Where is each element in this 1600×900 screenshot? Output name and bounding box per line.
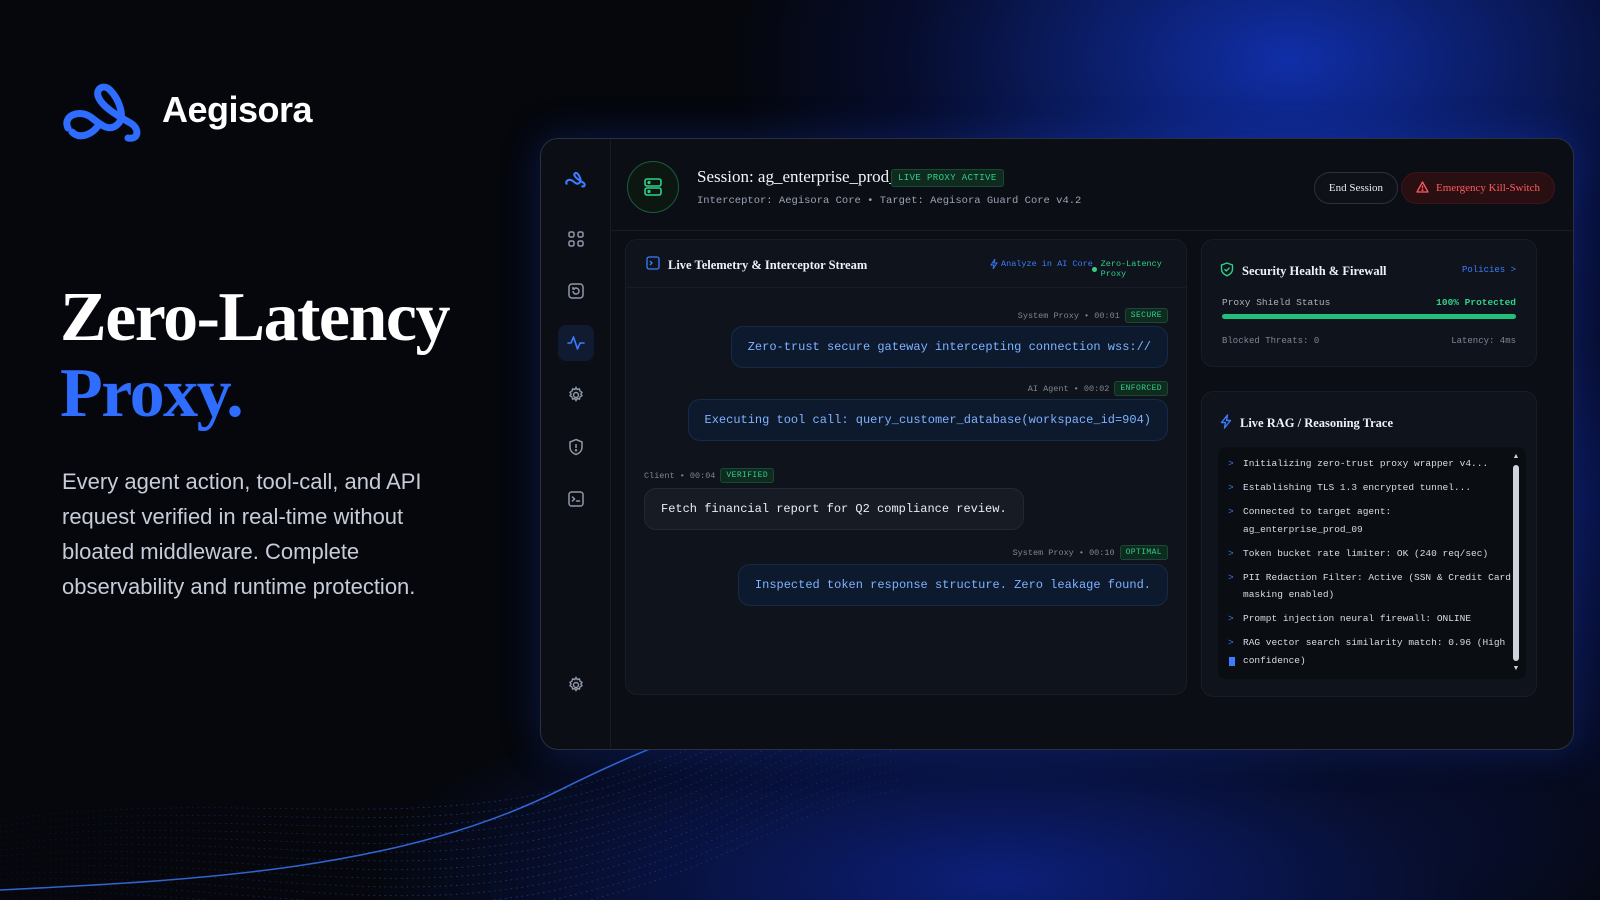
hero-title-line2: Proxy.	[60, 355, 244, 432]
latency-readout: Latency: 4ms	[1451, 336, 1516, 346]
end-session-button[interactable]: End Session	[1313, 172, 1398, 204]
rag-panel: Live RAG / Reasoning Trace > Initializing…	[1201, 391, 1537, 697]
shield-check-icon	[1220, 262, 1234, 282]
session-header: Session: ag_enterprise_prod_09 LIVE PROX…	[611, 139, 1573, 231]
message-meta: AI Agent • 00:02 ENFORCED	[1028, 381, 1168, 396]
message-bubble: Fetch financial report for Q2 compliance…	[644, 488, 1024, 530]
blocked-threats: Blocked Threats: 0	[1222, 336, 1320, 346]
wave-line	[0, 749, 900, 888]
message-bubble: Zero-trust secure gateway intercepting c…	[730, 326, 1168, 368]
session-title: Session: ag_enterprise_prod_09	[697, 167, 915, 186]
kill-switch-label: Emergency Kill-Switch	[1436, 182, 1540, 194]
wave-line	[0, 729, 900, 870]
message-meta: Client • 00:04 VERIFIED	[644, 468, 775, 483]
gear-icon[interactable]	[558, 377, 594, 413]
shield-progress-bar	[1222, 314, 1516, 319]
wave-line	[0, 769, 900, 900]
prompt-chevron-icon: >	[1228, 613, 1234, 624]
message-meta: System Proxy • 00:10 OPTIMAL	[1013, 545, 1168, 560]
shield-status-label: Proxy Shield Status	[1222, 297, 1331, 308]
status-badge: ENFORCED	[1114, 381, 1168, 396]
session-subtitle: Interceptor: Aegisora Core • Target: Aeg…	[697, 195, 1082, 207]
shield-status-value: 100% Protected	[1436, 297, 1516, 308]
trace-line: > Establishing TLS 1.3 encrypted tunnel..…	[1228, 479, 1513, 497]
trace-text: PII Redaction Filter: Active (SSN & Cred…	[1243, 571, 1511, 601]
message-meta-text: System Proxy • 00:01	[1017, 310, 1120, 321]
settings-icon[interactable]	[558, 667, 594, 703]
hero-title-line1: Zero-Latency	[60, 279, 450, 356]
trace-text: Connected to target agent: ag_enterprise…	[1243, 506, 1392, 535]
prompt-chevron-icon: >	[1228, 571, 1234, 583]
prompt-chevron-icon: >	[1228, 458, 1234, 469]
trace-line: > PII Redaction Filter: Active (SSN & Cre…	[1228, 569, 1513, 604]
lightning-icon	[990, 259, 998, 269]
app-window: Session: ag_enterprise_prod_09 LIVE PROX…	[540, 138, 1574, 750]
wave-line	[0, 759, 900, 897]
zero-latency-status: Zero-Latency Proxy	[1092, 259, 1186, 279]
status-badge: OPTIMAL	[1119, 545, 1168, 560]
terminal-scrollbar[interactable]: ▲ ▼	[1512, 453, 1520, 673]
shield-icon[interactable]	[558, 429, 594, 465]
brand: Aegisora	[62, 78, 313, 142]
trace-line: > Token bucket rate limiter: OK (240 req/…	[1228, 545, 1513, 563]
hero-description: Every agent action, tool-call, and API r…	[62, 469, 422, 599]
trace-line: > Initializing zero-trust proxy wrapper v…	[1228, 455, 1513, 473]
trace-text: Initializing zero-trust proxy wrapper v4…	[1243, 458, 1489, 469]
warning-icon	[1416, 180, 1429, 196]
telemetry-header: Live Telemetry & Interceptor Stream Anal…	[626, 240, 1186, 288]
sidebar	[541, 139, 611, 749]
message-meta-text: System Proxy • 00:10	[1012, 547, 1115, 558]
wave-line	[0, 789, 900, 900]
prompt-chevron-icon: >	[1228, 506, 1234, 517]
scroll-down-icon[interactable]: ▼	[1512, 665, 1520, 673]
zero-latency-label: Zero-Latency Proxy	[1100, 259, 1162, 279]
reasoning-terminal[interactable]: > Initializing zero-trust proxy wrapper v…	[1218, 447, 1526, 679]
prompt-chevron-icon: >	[1228, 482, 1234, 493]
message-meta-text: AI Agent • 00:02	[1027, 383, 1110, 394]
terminal-cursor	[1229, 657, 1235, 666]
brand-name: Aegisora	[162, 89, 313, 130]
telemetry-title: Live Telemetry & Interceptor Stream	[668, 258, 868, 272]
message-bubble: Inspected token response structure. Zero…	[737, 564, 1168, 606]
analyze-label: Analyze in AI Core	[1001, 259, 1093, 269]
analyze-ai-core-link[interactable]: Analyze in AI Core	[990, 259, 1093, 269]
security-title: Security Health & Firewall	[1242, 264, 1387, 278]
activity-icon[interactable]	[558, 325, 594, 361]
scroll-up-icon[interactable]: ▲	[1512, 453, 1520, 461]
live-proxy-badge: LIVE PROXY ACTIVE	[891, 169, 1004, 187]
grid-icon[interactable]	[558, 221, 594, 257]
emergency-kill-switch-button[interactable]: Emergency Kill-Switch	[1401, 172, 1555, 204]
rag-title: Live RAG / Reasoning Trace	[1240, 416, 1394, 430]
policies-link[interactable]: Policies >	[1462, 265, 1516, 275]
message-meta-text: Client • 00:04	[644, 470, 716, 481]
status-badge: VERIFIED	[720, 468, 775, 483]
console-icon	[646, 256, 660, 275]
hero-title: Zero-Latency Proxy.	[60, 279, 450, 432]
shield-progress-fill	[1222, 314, 1516, 319]
trace-list: > Initializing zero-trust proxy wrapper v…	[1228, 455, 1513, 676]
trace-text: Token bucket rate limiter: OK (240 req/s…	[1243, 547, 1489, 559]
wave-line	[0, 739, 900, 879]
scroll-thumb[interactable]	[1513, 465, 1519, 661]
trace-text: Establishing TLS 1.3 encrypted tunnel...	[1243, 482, 1472, 493]
trace-line: > Prompt injection neural firewall: ONLIN…	[1228, 610, 1513, 628]
trace-text: Prompt injection neural firewall: ONLINE	[1243, 613, 1472, 624]
trace-line: > RAG vector search similarity match: 0.9…	[1228, 634, 1513, 669]
status-badge: SECURE	[1124, 308, 1168, 323]
server-icon	[627, 161, 679, 213]
aegisora-logo-icon	[62, 78, 146, 142]
prompt-chevron-icon: >	[1228, 547, 1234, 559]
message-meta: System Proxy • 00:01 SECURE	[1018, 308, 1168, 323]
security-panel: Security Health & Firewall Policies > Pr…	[1201, 239, 1537, 367]
sidebar-logo-icon[interactable]	[558, 161, 594, 197]
terminal-icon[interactable]	[558, 481, 594, 517]
status-dot-icon	[1092, 266, 1097, 272]
trace-line: > Connected to target agent: ag_enterpris…	[1228, 503, 1513, 538]
replay-icon[interactable]	[558, 273, 594, 309]
telemetry-panel: Live Telemetry & Interceptor Stream Anal…	[625, 239, 1187, 695]
lightning-icon	[1220, 414, 1232, 434]
trace-text: RAG vector search similarity match: 0.96…	[1243, 637, 1506, 666]
message-bubble: Executing tool call: query_customer_data…	[687, 399, 1168, 441]
